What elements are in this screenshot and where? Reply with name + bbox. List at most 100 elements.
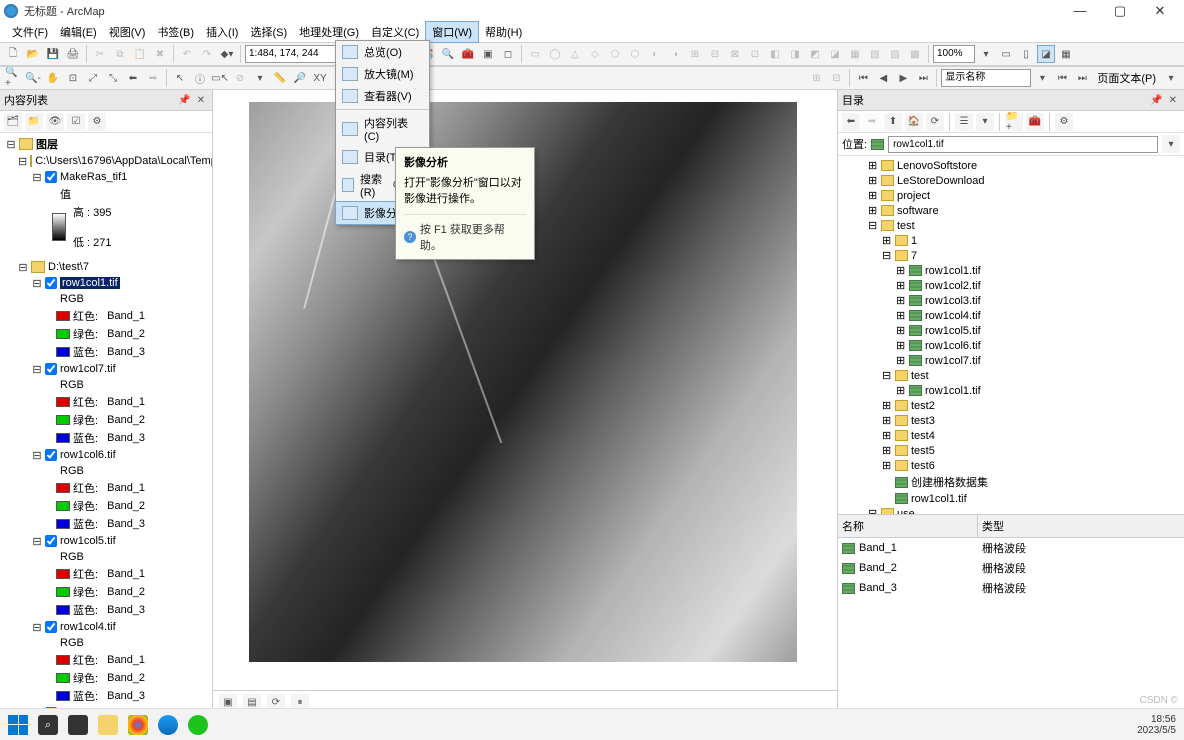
edit15-icon[interactable]: ◩: [806, 45, 824, 63]
edit4-icon[interactable]: ◇: [586, 45, 604, 63]
cat-options-icon[interactable]: ⚙: [1055, 113, 1073, 131]
edit19-icon[interactable]: ▨: [886, 45, 904, 63]
detail-row[interactable]: Band_3栅格波段: [838, 578, 1184, 598]
page-text-label[interactable]: 页面文本(P): [1093, 70, 1160, 86]
measure-icon[interactable]: 📏: [271, 69, 289, 87]
menu-item-3[interactable]: 内容列表(C): [336, 112, 429, 146]
minimize-button[interactable]: —: [1060, 0, 1100, 22]
cat-refresh-icon[interactable]: ⟳: [926, 113, 944, 131]
catalog-item[interactable]: ⊞row1col5.tif: [838, 323, 1184, 338]
layer-label[interactable]: row1col7.tif: [60, 363, 116, 375]
edit17-icon[interactable]: ▦: [846, 45, 864, 63]
menu-select[interactable]: 选择(S): [244, 22, 293, 42]
print-icon[interactable]: 🖨: [64, 45, 82, 63]
catalog-tree[interactable]: ⊞LenovoSoftstore⊞LeStoreDownload⊞project…: [838, 156, 1184, 514]
catalog-item[interactable]: 创建栅格数据集: [838, 473, 1184, 491]
catalog-item[interactable]: ⊞row1col7.tif: [838, 353, 1184, 368]
georef-icon[interactable]: ⊞: [807, 69, 825, 87]
band-swatch-icon[interactable]: [56, 605, 70, 615]
layout2-icon[interactable]: ▯: [1017, 45, 1035, 63]
catalog-pin-icon[interactable]: 📌: [1147, 95, 1165, 106]
catalog-item[interactable]: ⊞row1col1.tif: [838, 383, 1184, 398]
catalog-item[interactable]: ⊟7: [838, 248, 1184, 263]
layer-label[interactable]: row1col4.tif: [60, 621, 116, 633]
layer-checkbox[interactable]: [45, 621, 57, 633]
prev-page-icon[interactable]: ◀: [874, 69, 892, 87]
menu-edit[interactable]: 编辑(E): [54, 22, 103, 42]
maximize-button[interactable]: ▢: [1100, 0, 1140, 22]
catalog-item[interactable]: ⊞row1col1.tif: [838, 263, 1184, 278]
edge-icon[interactable]: [158, 715, 178, 735]
cat-fwd-icon[interactable]: ➡: [863, 113, 881, 131]
edit16-icon[interactable]: ◪: [826, 45, 844, 63]
menu-bar[interactable]: 文件(F) 编辑(E) 视图(V) 书签(B) 插入(I) 选择(S) 地理处理…: [0, 22, 1184, 42]
catalog-item[interactable]: ⊞LeStoreDownload: [838, 173, 1184, 188]
menu-item-1[interactable]: 放大镜(M): [336, 63, 429, 85]
catalog-item[interactable]: ⊞test6: [838, 458, 1184, 473]
layout3-icon[interactable]: ◪: [1037, 45, 1055, 63]
catalog-item[interactable]: ⊟test: [838, 368, 1184, 383]
fixed-zoom-out-icon[interactable]: ⤡: [104, 69, 122, 87]
edit7-icon[interactable]: ◐: [646, 45, 664, 63]
makeras-label[interactable]: MakeRas_tif1: [60, 171, 127, 183]
edit11-icon[interactable]: ⊠: [726, 45, 744, 63]
layer-checkbox[interactable]: [45, 277, 57, 289]
zoom-input[interactable]: 100%: [933, 45, 975, 63]
goto-last-icon[interactable]: ⏭: [1073, 69, 1091, 87]
next-extent-icon[interactable]: ➡: [144, 69, 162, 87]
layer-label[interactable]: row1col5.tif: [60, 535, 116, 547]
cat-toolbox-icon[interactable]: 🧰: [1026, 113, 1044, 131]
band-swatch-icon[interactable]: [56, 483, 70, 493]
detail-row[interactable]: Band_1栅格波段: [838, 538, 1184, 558]
band-swatch-icon[interactable]: [56, 433, 70, 443]
zoom-dropdown-icon[interactable]: ▾: [977, 45, 995, 63]
toc-close-icon[interactable]: ✕: [194, 95, 208, 106]
menu-bookmark[interactable]: 书签(B): [151, 22, 200, 42]
band-swatch-icon[interactable]: [56, 415, 70, 425]
layer-checkbox[interactable]: [45, 449, 57, 461]
catalog-item[interactable]: ⊞test2: [838, 398, 1184, 413]
band-swatch-icon[interactable]: [56, 655, 70, 665]
task-view-icon[interactable]: [68, 715, 88, 735]
arctoolbox-icon[interactable]: 🧰: [459, 45, 477, 63]
location-input[interactable]: [888, 136, 1158, 153]
display-dropdown-icon[interactable]: ▾: [1033, 69, 1051, 87]
band-swatch-icon[interactable]: [56, 397, 70, 407]
save-icon[interactable]: 💾: [44, 45, 62, 63]
selected-layer[interactable]: row1col1.tif: [60, 277, 120, 289]
last-page-icon[interactable]: ⏭: [914, 69, 932, 87]
col-name[interactable]: 名称: [838, 515, 978, 537]
edit9-icon[interactable]: ⊞: [686, 45, 704, 63]
catalog-item[interactable]: ⊞test3: [838, 413, 1184, 428]
select-features-icon[interactable]: ▭↖: [211, 69, 229, 87]
menu-item-0[interactable]: 总览(O): [336, 41, 429, 63]
edit20-icon[interactable]: ▩: [906, 45, 924, 63]
edit10-icon[interactable]: ⊟: [706, 45, 724, 63]
display-name-input[interactable]: 显示名称: [941, 69, 1031, 87]
close-button[interactable]: ✕: [1140, 0, 1180, 22]
edit6-icon[interactable]: ⬡: [626, 45, 644, 63]
edit12-icon[interactable]: ⊡: [746, 45, 764, 63]
details-header[interactable]: 名称 类型: [838, 515, 1184, 538]
edit2-icon[interactable]: ◯: [546, 45, 564, 63]
identify-icon[interactable]: ⓘ: [191, 69, 209, 87]
windows-taskbar[interactable]: ⌕ 18:56 2023/5/5: [0, 708, 1184, 740]
cat-connect-folder-icon[interactable]: 📁+: [1005, 113, 1023, 131]
layout4-icon[interactable]: ▦: [1057, 45, 1075, 63]
catalog-item[interactable]: ⊞software: [838, 203, 1184, 218]
catalog-item[interactable]: ⊞1: [838, 233, 1184, 248]
catalog-close-icon[interactable]: ✕: [1166, 95, 1180, 106]
cut-icon[interactable]: ✂: [91, 45, 109, 63]
band-swatch-icon[interactable]: [56, 691, 70, 701]
redo-icon[interactable]: ↷: [198, 45, 216, 63]
toc-group1[interactable]: C:\Users\16796\AppData\Local\Temp: [35, 155, 212, 167]
edit3-icon[interactable]: △: [566, 45, 584, 63]
menu-help[interactable]: 帮助(H): [479, 22, 528, 42]
menu-geoprocessing[interactable]: 地理处理(G): [293, 22, 365, 42]
edit-icon[interactable]: ▭: [526, 45, 544, 63]
undo-icon[interactable]: ↶: [178, 45, 196, 63]
catalog-item[interactable]: row1col1.tif: [838, 491, 1184, 506]
detail-row[interactable]: Band_2栅格波段: [838, 558, 1184, 578]
edit13-icon[interactable]: ◧: [766, 45, 784, 63]
catalog-item[interactable]: ⊞project: [838, 188, 1184, 203]
